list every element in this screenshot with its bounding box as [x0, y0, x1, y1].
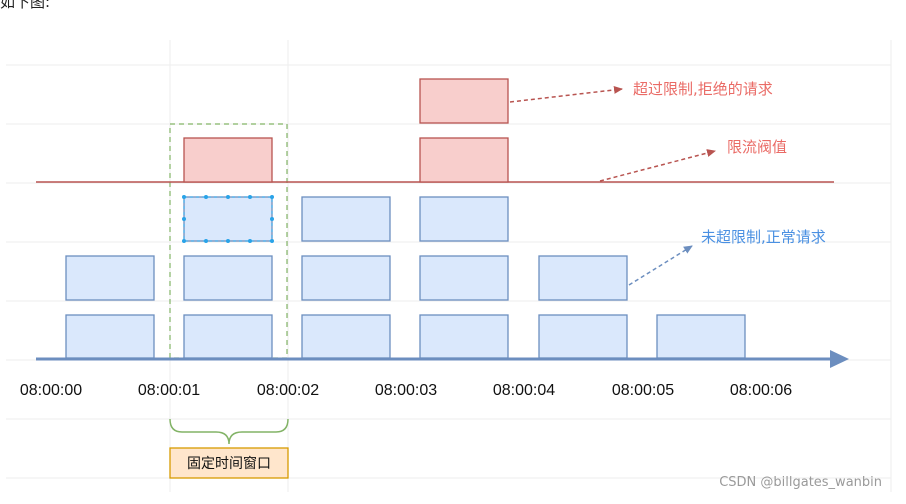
- selected-request-box: [182, 195, 274, 243]
- accepted-arrow: [628, 245, 693, 286]
- request-box: [301, 314, 391, 359]
- request-box: [419, 314, 509, 359]
- rejected-annotation: 超过限制,拒绝的请求: [633, 80, 773, 98]
- tick-label: 08:00:02: [257, 382, 319, 399]
- request-box: [301, 196, 391, 242]
- request-box: [183, 255, 273, 301]
- threshold-arrow: [599, 149, 716, 182]
- window-label: 固定时间窗口: [187, 455, 271, 472]
- accepted-requests: [65, 196, 746, 359]
- accepted-annotation: 未超限制,正常请求: [701, 228, 826, 246]
- tick-label: 08:00:06: [730, 382, 792, 399]
- request-box: [419, 255, 509, 301]
- request-box: [538, 255, 628, 301]
- rejected-box: [419, 137, 509, 183]
- rate-limit-diagram: 08:00:00 08:00:01 08:00:02 08:00:03 08:0…: [6, 40, 892, 492]
- tick-label: 08:00:01: [138, 382, 200, 399]
- tick-label: 08:00:04: [493, 382, 555, 399]
- request-box: [65, 314, 155, 359]
- request-box: [656, 314, 746, 359]
- tick-label: 08:00:03: [375, 382, 437, 399]
- tick-label: 08:00:00: [20, 382, 82, 399]
- tick-label: 08:00:05: [612, 382, 674, 399]
- request-box: [538, 314, 628, 359]
- request-box: [419, 196, 509, 242]
- watermark: CSDN @billgates_wanbin: [719, 475, 882, 490]
- rejected-box: [419, 78, 509, 124]
- request-box: [301, 255, 391, 301]
- rejected-requests: [183, 78, 509, 183]
- tick-labels: 08:00:00 08:00:01 08:00:02 08:00:03 08:0…: [20, 382, 792, 399]
- window-brace: [169, 418, 289, 445]
- request-box: [183, 314, 273, 359]
- rejected-box: [183, 137, 273, 183]
- rejected-arrow: [509, 85, 623, 103]
- request-box: [65, 255, 155, 301]
- threshold-annotation: 限流阀值: [727, 138, 787, 156]
- time-axis-arrowhead: [830, 350, 849, 368]
